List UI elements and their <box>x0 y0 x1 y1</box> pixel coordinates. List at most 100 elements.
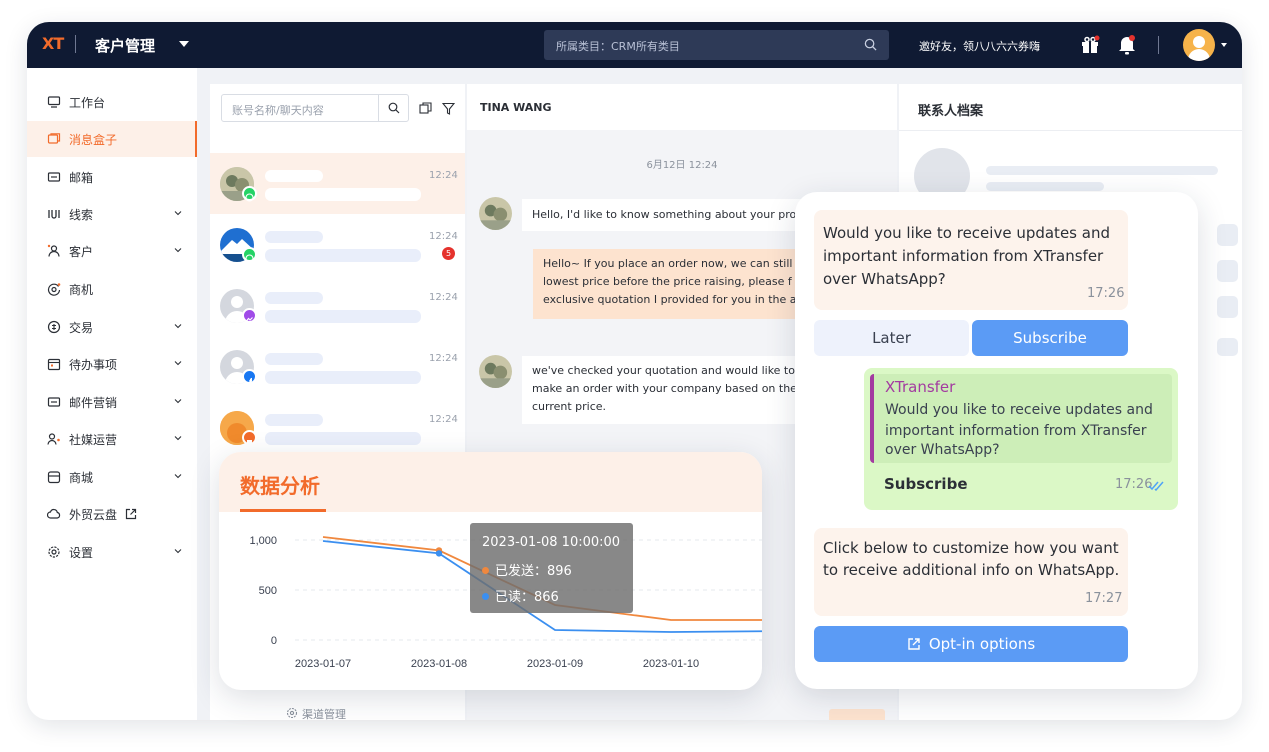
unread-badge: 5 <box>442 247 455 260</box>
top-bar: XT 客户管理 所属类目：CRM所有类目 邀好友，领八八六六券嗨 <box>27 22 1242 68</box>
message-line: current price. <box>532 400 607 413</box>
conversation-time: 12:24 <box>429 292 458 303</box>
conversation-item[interactable]: 12:24 <box>210 397 465 458</box>
sidebar-item-opportunities[interactable]: 商机 <box>27 271 197 307</box>
conversation-item[interactable]: 12:24 <box>210 153 465 214</box>
sidebar-item-todo[interactable]: 待办事项 <box>27 346 197 382</box>
chevron-down-icon[interactable] <box>174 246 182 254</box>
opt-in-options-button[interactable]: Opt-in options <box>814 626 1128 662</box>
tooltip-value: 已发送：896 <box>495 564 572 579</box>
outgoing-message: Hello~ If you place an order now, we can… <box>533 249 822 319</box>
sidebar-item-label: 设置 <box>69 546 94 560</box>
message-line: to receive additional info on WhatsApp. <box>823 561 1120 579</box>
channel-management-link[interactable]: 渠道管理 <box>302 706 346 720</box>
notification-bell-icon[interactable] <box>1117 34 1137 56</box>
facebook-icon <box>242 369 257 385</box>
message-line: important information from XTransfer <box>823 247 1104 265</box>
conversation-item[interactable]: 12:24 5 <box>210 214 465 275</box>
message-line: make an order with your company based on… <box>532 382 797 395</box>
message-preview-placeholder <box>265 249 421 262</box>
contact-name[interactable]: TINA WANG <box>480 101 552 114</box>
sidebar-item-label: 消息盒子 <box>69 133 118 147</box>
chevron-down-icon[interactable] <box>174 434 182 442</box>
analytics-title: 数据分析 <box>240 474 320 498</box>
later-button[interactable]: Later <box>814 320 969 356</box>
message-time: 17:26 <box>1115 477 1153 492</box>
user-avatar[interactable] <box>1183 29 1215 61</box>
app-title[interactable]: 客户管理 <box>95 35 155 56</box>
app-switch-chevron-icon[interactable] <box>179 41 189 47</box>
sidebar-item-social-media[interactable]: 社媒运营 <box>27 421 197 457</box>
sidebar-item-settings[interactable]: 设置 <box>27 534 197 570</box>
logo-text: XT <box>42 34 64 53</box>
chevron-down-icon[interactable] <box>174 359 182 367</box>
chevron-down-icon[interactable] <box>174 397 182 405</box>
sidebar-item-clues[interactable]: 线索 <box>27 196 197 232</box>
filter-icon[interactable] <box>442 102 455 115</box>
external-link-icon[interactable] <box>125 508 137 520</box>
sidebar-item-workbench[interactable]: 工作台 <box>27 84 197 120</box>
social-icon <box>47 433 60 445</box>
message-preview-placeholder <box>265 310 421 323</box>
user-menu-chevron-icon[interactable] <box>1221 43 1227 47</box>
chevron-down-icon[interactable] <box>174 209 182 217</box>
gift-icon[interactable] <box>1080 35 1100 55</box>
profile-placeholder <box>1217 338 1238 356</box>
whatsapp-icon <box>242 247 257 263</box>
sidebar-item-label: 邮件营销 <box>69 396 118 410</box>
message-preview-placeholder <box>265 371 421 384</box>
conversation-item[interactable]: 12:24 <box>210 336 465 397</box>
sidebar-item-mailbox[interactable]: 邮箱 <box>27 159 197 195</box>
message-line: Hello~ If you place an order now, we can… <box>543 257 793 270</box>
category-search-input[interactable]: 所属类目：CRM所有类目 <box>544 30 889 60</box>
search-icon[interactable] <box>864 38 877 51</box>
message-line: lowest price before the price raising, p… <box>543 275 792 288</box>
subscribe-button[interactable]: Subscribe <box>972 320 1128 356</box>
sidebar-item-deals[interactable]: 交易 <box>27 309 197 345</box>
contact-avatar <box>479 197 512 230</box>
quote-line: Would you like to receive updates and <box>885 402 1153 418</box>
conversation-time: 12:24 <box>429 170 458 181</box>
tooltip-row-sent: 已发送：896 <box>482 560 572 579</box>
sidebar: 工作台 消息盒子 邮箱 线索 客户 商机 交易 待办事项 邮件营销 社媒运营 商… <box>27 68 197 720</box>
copy-icon[interactable] <box>419 102 432 115</box>
profile-title: 联系人档案 <box>918 104 984 119</box>
contact-name-placeholder <box>265 231 323 243</box>
message-line: Hello, I'd like to know something about … <box>532 208 797 221</box>
profile-placeholder <box>986 182 1104 191</box>
send-button[interactable] <box>829 709 885 720</box>
sidebar-item-customers[interactable]: 客户 <box>27 233 197 269</box>
chevron-down-icon[interactable] <box>174 547 182 555</box>
search-placeholder: 所属类目：CRM所有类目 <box>556 40 680 53</box>
profile-placeholder <box>1217 260 1238 282</box>
contact-name-placeholder <box>265 414 323 426</box>
invite-friends-link[interactable]: 邀好友，领八八六六券嗨 <box>919 38 1040 54</box>
y-tick-label: 0 <box>271 635 277 647</box>
quote-line: important information from XTransfer <box>885 423 1147 439</box>
sidebar-item-label: 交易 <box>69 321 94 335</box>
conversation-time: 12:24 <box>429 414 458 425</box>
logo[interactable]: XT <box>42 34 64 53</box>
chevron-down-icon[interactable] <box>174 322 182 330</box>
sidebar-item-email-marketing[interactable]: 邮件营销 <box>27 384 197 420</box>
conversation-item[interactable]: 12:24 <box>210 275 465 336</box>
sidebar-item-message-box[interactable]: 消息盒子 <box>27 121 197 157</box>
search-button[interactable] <box>378 95 408 121</box>
message-time: 17:27 <box>1085 591 1123 606</box>
message-time: 17:26 <box>1087 286 1125 301</box>
chevron-down-icon[interactable] <box>174 472 182 480</box>
profile-placeholder <box>1217 224 1238 246</box>
clue-icon <box>48 210 60 219</box>
contact-name-placeholder <box>265 292 323 304</box>
sidebar-item-store[interactable]: 商城 <box>27 459 197 495</box>
message-preview-placeholder <box>265 188 421 201</box>
outgoing-reply-message: XTransfer Would you like to receive upda… <box>864 368 1178 510</box>
series-dot <box>482 567 489 574</box>
tooltip-title: 2023-01-08 10:00:00 <box>482 535 621 550</box>
incoming-message: we've checked your quotation and would l… <box>522 356 822 424</box>
sidebar-item-label: 工作台 <box>69 96 106 110</box>
sidebar-item-cloud-drive[interactable]: 外贸云盘 <box>27 496 197 532</box>
message-box-icon <box>47 133 61 144</box>
conversation-search-input[interactable]: 账号名称/聊天内容 <box>221 94 409 122</box>
email-marketing-icon <box>47 397 61 407</box>
